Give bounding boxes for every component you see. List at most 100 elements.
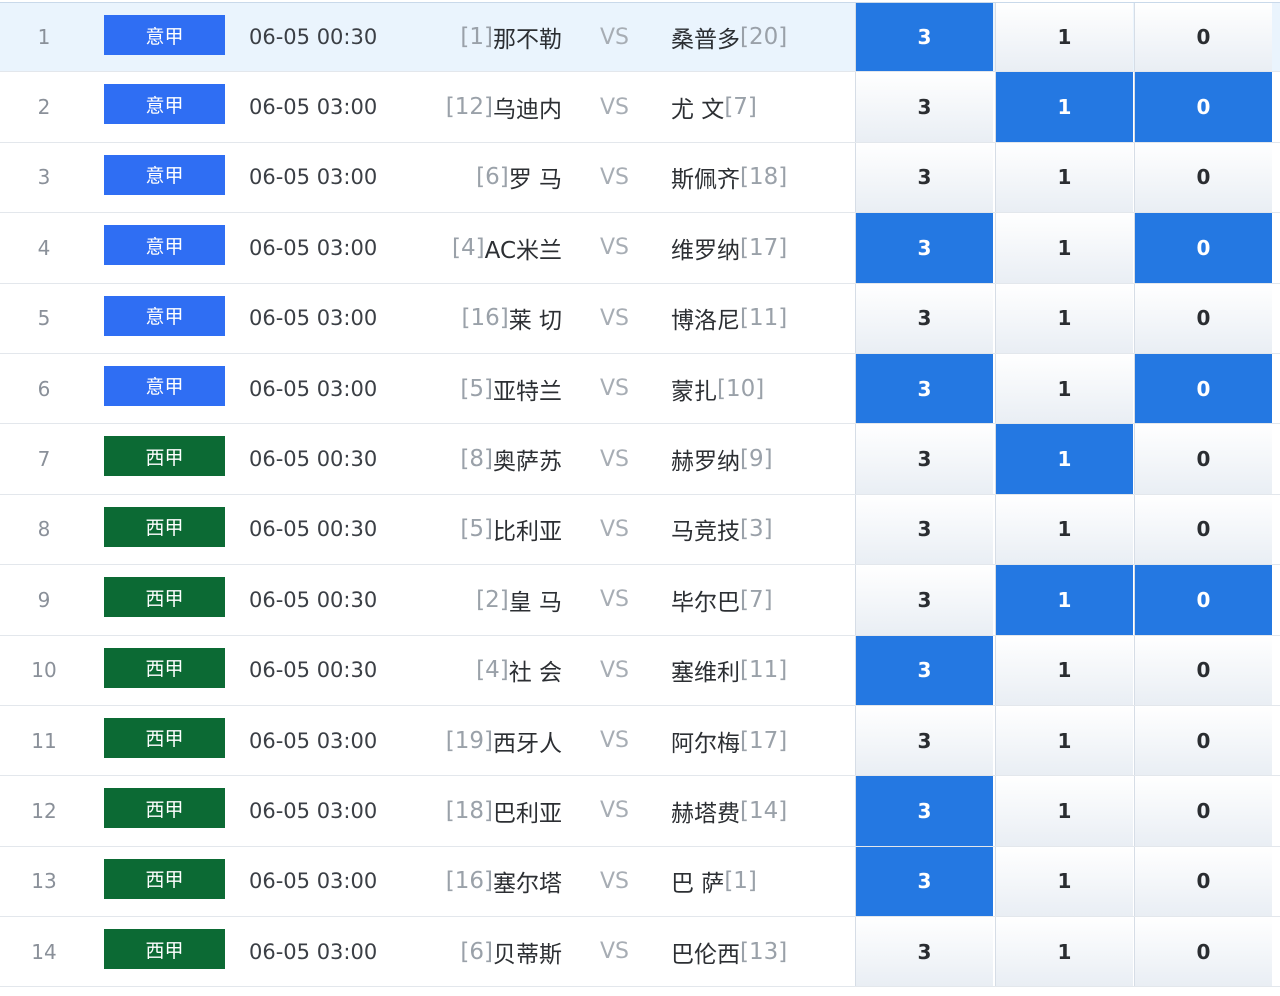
match-row: 8 西甲 06-05 00:30 [5] 比利亚 VS 马竞技 [3] 3 1 … [0, 494, 1280, 566]
home-team: [19] 西牙人 [446, 706, 562, 775]
away-team-name: 蒙扎 [671, 378, 717, 405]
league-badge: 西甲 [104, 717, 225, 758]
odds-win-button[interactable]: 3 [855, 3, 993, 72]
odds-loss-button[interactable]: 0 [1134, 424, 1272, 494]
league-badge: 西甲 [104, 858, 225, 899]
away-team: 斯佩齐 [18] [671, 143, 787, 212]
away-team: 毕尔巴 [7] [671, 565, 773, 634]
away-rank: [11] [740, 305, 788, 332]
odds-draw-button[interactable]: 1 [995, 494, 1133, 565]
odds-loss-button[interactable]: 0 [1134, 353, 1272, 424]
odds-draw-button[interactable]: 1 [995, 424, 1133, 494]
vs-label: VS [600, 587, 630, 613]
odds-draw-button[interactable]: 1 [995, 705, 1133, 776]
match-time: 06-05 00:30 [249, 447, 378, 472]
home-team: [18] 巴利亚 [446, 776, 562, 845]
away-team: 阿尔梅 [17] [671, 706, 787, 775]
away-team-name: 赫塔费 [671, 800, 740, 827]
match-time: 06-05 00:30 [249, 658, 378, 683]
home-rank: [2] [476, 586, 509, 613]
odds-draw-button[interactable]: 1 [995, 917, 1133, 987]
odds-loss-button[interactable]: 0 [1134, 72, 1272, 142]
odds-loss-button[interactable]: 0 [1134, 213, 1272, 283]
match-time: 06-05 03:00 [249, 235, 378, 260]
home-rank: [6] [476, 164, 509, 191]
odds-draw-button[interactable]: 1 [995, 776, 1133, 846]
odds-win-button[interactable]: 3 [855, 283, 993, 353]
home-team-name: 奥萨苏 [493, 449, 562, 476]
odds-draw-button[interactable]: 1 [995, 3, 1133, 72]
vs-label: VS [600, 446, 630, 472]
odds-win-button[interactable]: 3 [855, 635, 993, 705]
home-team: [4] AC米兰 [452, 213, 562, 282]
league-badge: 西甲 [104, 788, 225, 829]
home-team-name: 社 会 [508, 660, 562, 687]
away-team-name: 塞维利 [671, 660, 740, 687]
away-team-name: 赫罗纳 [671, 449, 740, 476]
odds-win-button[interactable]: 3 [855, 917, 993, 987]
home-rank: [6] [460, 938, 493, 965]
match-table: 1 意甲 06-05 00:30 [1] 那不勒 VS 桑普多 [20] 3 1… [0, 2, 1280, 988]
vs-label: VS [600, 164, 630, 190]
match-time: 06-05 00:30 [249, 587, 378, 612]
odds-loss-button[interactable]: 0 [1134, 917, 1272, 987]
row-index: 13 [31, 869, 57, 894]
home-team: [5] 亚特兰 [460, 354, 562, 423]
odds-loss-button[interactable]: 0 [1134, 705, 1272, 776]
odds-win-button[interactable]: 3 [855, 565, 993, 635]
away-team: 马竞技 [3] [671, 495, 773, 564]
odds-draw-button[interactable]: 1 [995, 72, 1133, 142]
odds-draw-button[interactable]: 1 [995, 142, 1133, 213]
home-team: [12] 乌迪内 [446, 72, 562, 141]
odds-win-button[interactable]: 3 [855, 142, 993, 213]
odds-loss-button[interactable]: 0 [1134, 846, 1272, 917]
match-time: 06-05 03:00 [249, 939, 378, 964]
odds-loss-button[interactable]: 0 [1134, 283, 1272, 353]
odds-draw-button[interactable]: 1 [995, 213, 1133, 283]
row-index: 2 [37, 95, 51, 120]
odds-loss-button[interactable]: 0 [1134, 565, 1272, 635]
odds-draw-button[interactable]: 1 [995, 846, 1133, 917]
odds-loss-button[interactable]: 0 [1134, 494, 1272, 565]
match-time: 06-05 03:00 [249, 728, 378, 753]
home-team-name: AC米兰 [484, 237, 562, 264]
away-rank: [10] [717, 375, 765, 402]
odds-loss-button[interactable]: 0 [1134, 3, 1272, 72]
odds-loss-button[interactable]: 0 [1134, 635, 1272, 705]
odds-draw-button[interactable]: 1 [995, 353, 1133, 424]
odds-draw-button[interactable]: 1 [995, 283, 1133, 353]
vs-label: VS [600, 376, 630, 402]
home-team-name: 塞尔塔 [493, 871, 562, 898]
row-index: 7 [37, 447, 51, 472]
odds-win-button[interactable]: 3 [855, 846, 993, 917]
home-rank: [4] [452, 234, 485, 261]
home-team: [6] 贝蒂斯 [460, 917, 562, 986]
odds-win-button[interactable]: 3 [855, 213, 993, 283]
vs-label: VS [600, 868, 630, 894]
match-row: 4 意甲 06-05 03:00 [4] AC米兰 VS 维罗纳 [17] 3 … [0, 213, 1280, 284]
away-team: 尤 文 [7] [671, 72, 757, 141]
odds-win-button[interactable]: 3 [855, 705, 993, 776]
away-team-name: 斯佩齐 [671, 167, 740, 194]
odds-win-button[interactable]: 3 [855, 494, 993, 565]
odds-loss-button[interactable]: 0 [1134, 776, 1272, 846]
match-time: 06-05 03:00 [249, 798, 378, 823]
away-team-name: 桑普多 [671, 27, 740, 54]
odds-win-button[interactable]: 3 [855, 353, 993, 424]
odds-draw-button[interactable]: 1 [995, 635, 1133, 705]
match-row: 14 西甲 06-05 03:00 [6] 贝蒂斯 VS 巴伦西 [13] 3 … [0, 917, 1280, 988]
odds-loss-button[interactable]: 0 [1134, 142, 1272, 213]
away-team: 赫罗纳 [9] [671, 424, 773, 493]
home-team-name: 乌迪内 [493, 97, 562, 124]
odds-win-button[interactable]: 3 [855, 72, 993, 142]
match-row: 11 西甲 06-05 03:00 [19] 西牙人 VS 阿尔梅 [17] 3… [0, 705, 1280, 777]
odds-win-button[interactable]: 3 [855, 424, 993, 494]
away-team-name: 马竞技 [671, 519, 740, 546]
match-time: 06-05 03:00 [249, 869, 378, 894]
home-team: [8] 奥萨苏 [460, 424, 562, 493]
home-rank: [1] [460, 24, 493, 51]
vs-label: VS [600, 94, 630, 120]
home-team: [1] 那不勒 [460, 3, 562, 71]
odds-win-button[interactable]: 3 [855, 776, 993, 846]
odds-draw-button[interactable]: 1 [995, 565, 1133, 635]
